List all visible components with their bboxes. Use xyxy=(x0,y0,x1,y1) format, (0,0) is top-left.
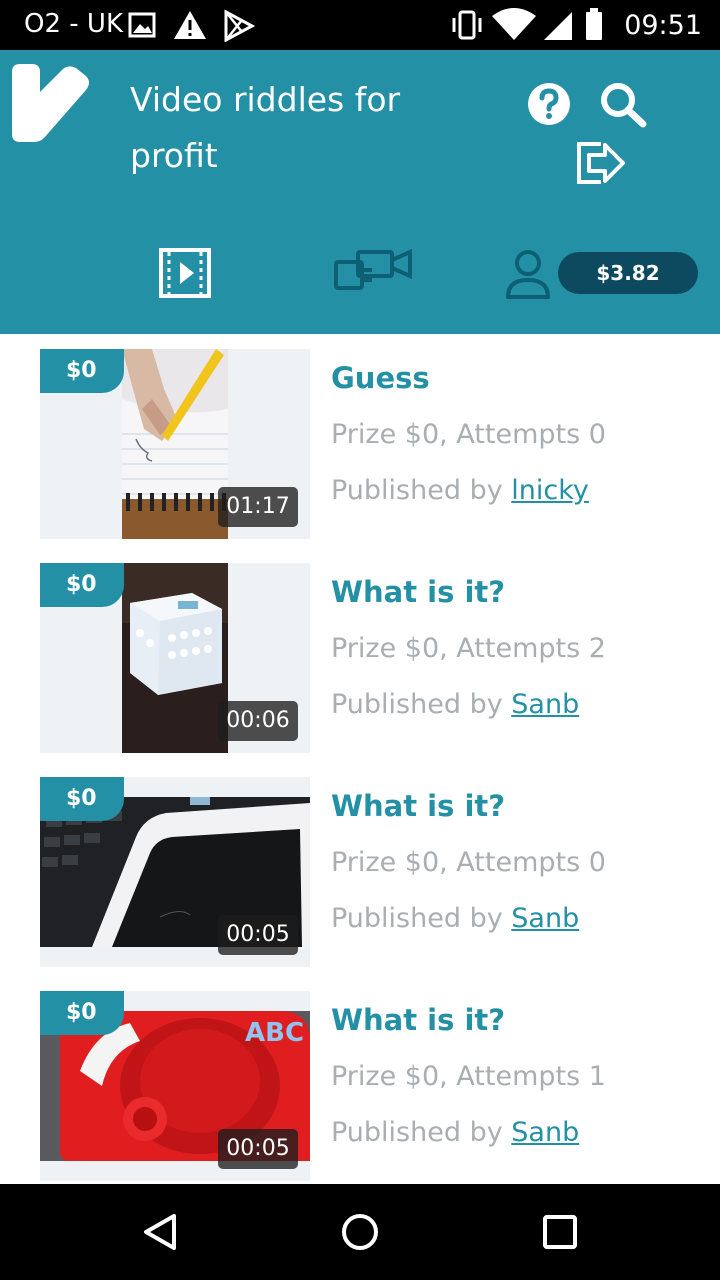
author-link[interactable]: Sanb xyxy=(511,903,579,934)
riddle-title[interactable]: Guess xyxy=(331,361,430,395)
published-by: Published by Sanb xyxy=(331,1117,579,1148)
list-item[interactable]: $0 00:05 What is it? Prize $0, Attempts … xyxy=(40,777,720,967)
author-link[interactable]: Sanb xyxy=(511,689,579,720)
riddle-meta: Prize $0, Attempts 1 xyxy=(331,1061,606,1092)
videos-tab-icon[interactable] xyxy=(158,247,212,299)
video-thumbnail[interactable]: ABC $0 00:05 xyxy=(40,991,310,1181)
system-status-icons xyxy=(452,8,603,40)
riddle-title[interactable]: What is it? xyxy=(331,575,505,609)
notification-icons xyxy=(128,9,256,42)
author-link[interactable]: Sanb xyxy=(511,1117,579,1148)
video-duration: 00:06 xyxy=(218,701,298,741)
published-prefix: Published by xyxy=(331,1117,512,1148)
prize-badge: $0 xyxy=(40,991,124,1035)
prize-badge: $0 xyxy=(40,349,124,393)
status-right: 09:51 xyxy=(452,6,702,44)
published-by: Published by lnicky xyxy=(331,475,589,506)
list-item[interactable]: $0 00:06 What is it? Prize $0, Attempts … xyxy=(40,563,720,753)
prize-badge: $0 xyxy=(40,777,124,821)
list-item[interactable]: $0 01:17 Guess Prize $0, Attempts 0 Publ… xyxy=(40,349,720,539)
list-item[interactable]: ABC $0 00:05 What is it? Prize $0, Attem… xyxy=(40,991,720,1181)
video-duration: 00:05 xyxy=(218,915,298,955)
published-prefix: Published by xyxy=(331,475,512,506)
video-thumbnail[interactable]: $0 00:05 xyxy=(40,777,310,967)
riddle-title[interactable]: What is it? xyxy=(331,789,505,823)
riddle-meta: Prize $0, Attempts 0 xyxy=(331,847,606,878)
navigation-bar xyxy=(0,1184,720,1280)
app-header: Video riddles for profit $3.82 xyxy=(0,50,720,334)
home-icon[interactable] xyxy=(340,1212,380,1252)
logo-icon[interactable] xyxy=(10,62,92,144)
author-link[interactable]: lnicky xyxy=(511,475,589,506)
prize-badge: $0 xyxy=(40,563,124,607)
clock: 09:51 xyxy=(624,9,702,41)
recents-icon[interactable] xyxy=(542,1214,578,1250)
logout-icon[interactable] xyxy=(575,138,627,186)
video-thumbnail[interactable]: $0 01:17 xyxy=(40,349,310,539)
profile-tab-icon[interactable] xyxy=(505,250,551,300)
published-prefix: Published by xyxy=(331,689,512,720)
carrier-label: O2 - UK xyxy=(24,9,123,39)
back-icon[interactable] xyxy=(140,1212,180,1252)
search-icon[interactable] xyxy=(600,82,648,128)
riddle-meta: Prize $0, Attempts 0 xyxy=(331,419,606,450)
video-duration: 01:17 xyxy=(218,487,298,527)
balance-badge[interactable]: $3.82 xyxy=(558,252,698,294)
riddle-meta: Prize $0, Attempts 2 xyxy=(331,633,606,664)
thumbnail-image xyxy=(122,563,228,753)
video-call-tab-icon[interactable] xyxy=(332,248,414,292)
published-prefix: Published by xyxy=(331,903,512,934)
page-title: Video riddles for profit xyxy=(130,80,401,175)
video-thumbnail[interactable]: $0 00:06 xyxy=(40,563,310,753)
thumbnail-image xyxy=(122,349,228,539)
published-by: Published by Sanb xyxy=(331,689,579,720)
published-by: Published by Sanb xyxy=(331,903,579,934)
help-icon[interactable] xyxy=(527,82,571,126)
svg-text:ABC: ABC xyxy=(245,1018,304,1048)
video-duration: 00:05 xyxy=(218,1129,298,1169)
status-bar: O2 - UK 09:51 xyxy=(0,0,720,50)
riddle-title[interactable]: What is it? xyxy=(331,1003,505,1037)
